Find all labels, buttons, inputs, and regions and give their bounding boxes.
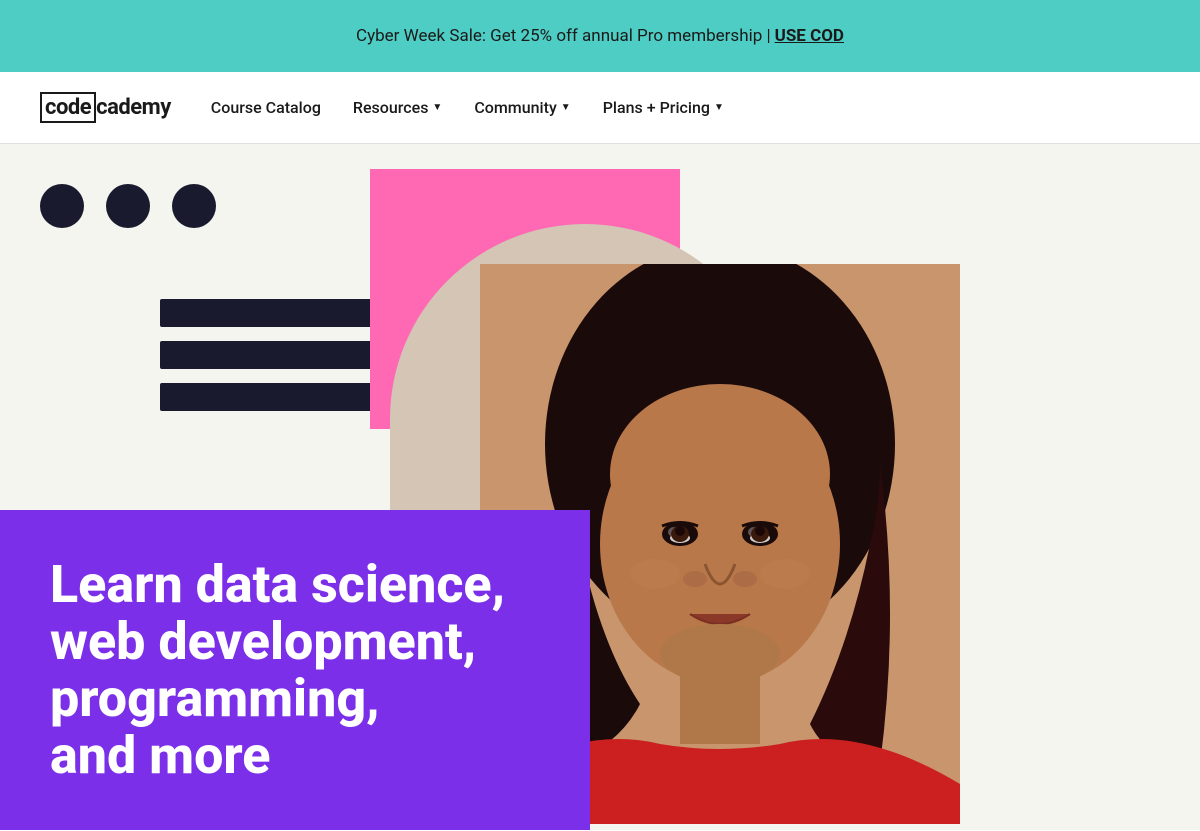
logo-suffix: cademy	[96, 95, 171, 120]
logo-text: codecademy	[40, 95, 171, 120]
chevron-down-icon-3: ▼	[714, 102, 724, 113]
promo-banner: Cyber Week Sale: Get 25% off annual Pro …	[0, 0, 1200, 72]
hero-card: Learn data science, web development, pro…	[0, 510, 590, 830]
logo-code-part: code	[40, 92, 96, 123]
headline-line1: Learn data science,	[50, 554, 505, 615]
logo[interactable]: codecademy	[40, 95, 171, 120]
headline-line4: and more	[50, 725, 271, 786]
hero-headline: Learn data science, web development, pro…	[50, 556, 505, 785]
banner-cta-link[interactable]: USE COD	[775, 26, 844, 46]
dots-decoration	[40, 184, 216, 228]
chevron-down-icon: ▼	[432, 102, 442, 113]
nav-label-resources: Resources	[353, 98, 429, 117]
nav-item-plans-pricing[interactable]: Plans + Pricing ▼	[603, 98, 724, 117]
nav-links-list: Course Catalog Resources ▼ Community ▼ P…	[211, 98, 724, 117]
nav-label-course-catalog: Course Catalog	[211, 98, 321, 117]
main-navbar: codecademy Course Catalog Resources ▼ Co…	[0, 72, 1200, 144]
nav-label-community: Community	[474, 98, 556, 117]
headline-line2: web development,	[50, 611, 476, 672]
dot-3	[172, 184, 216, 228]
dot-2	[106, 184, 150, 228]
nav-item-community[interactable]: Community ▼	[474, 98, 570, 117]
code-line-2	[160, 341, 380, 369]
nav-label-plans-pricing: Plans + Pricing	[603, 98, 710, 117]
code-line-1	[160, 299, 380, 327]
nav-item-resources[interactable]: Resources ▼	[353, 98, 442, 117]
headline-line3: programming,	[50, 668, 380, 729]
code-line-3	[160, 383, 380, 411]
code-lines-decoration	[160, 299, 380, 411]
chevron-down-icon-2: ▼	[561, 102, 571, 113]
hero-section: Learn data science, web development, pro…	[0, 144, 1200, 830]
dot-1	[40, 184, 84, 228]
banner-text: Cyber Week Sale: Get 25% off annual Pro …	[356, 26, 771, 46]
nav-item-course-catalog[interactable]: Course Catalog	[211, 98, 321, 117]
